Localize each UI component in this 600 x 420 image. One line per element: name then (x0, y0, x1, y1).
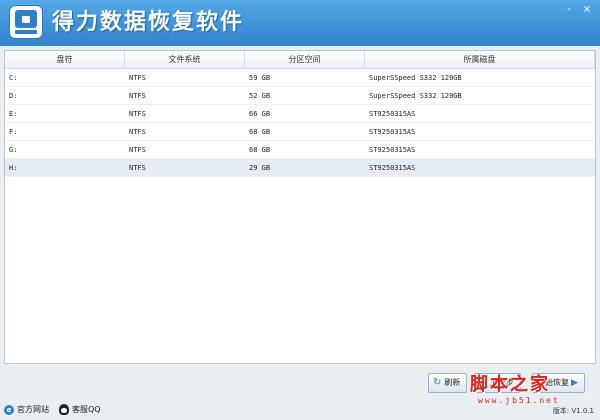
qq-icon (59, 404, 69, 415)
partition-list[interactable]: 盘符 文件系统 分区空间 所属磁盘 C: NTFS 59 GB SuperSSpeed… (4, 50, 596, 364)
list-body: C: NTFS 59 GB SuperSSpeed S332 120GB D: NTFS 5… (5, 69, 595, 177)
cell-filesystem: NTFS (129, 146, 146, 154)
watermark-logo: 脚本之家 (470, 374, 550, 395)
cell-filesystem: NTFS (129, 74, 146, 82)
cell-drive: D: (9, 92, 18, 100)
cell-disk: ST9250315AS (369, 110, 416, 118)
table-row[interactable]: C: NTFS 59 GB SuperSSpeed S332 120GB (5, 69, 595, 87)
cell-size: 29 GB (249, 164, 271, 172)
minimize-button[interactable]: - (562, 4, 576, 16)
support-qq-link[interactable]: 客服QQ (59, 404, 101, 415)
cell-size: 52 GB (249, 92, 271, 100)
refresh-button[interactable]: ↻ 刷新 (428, 373, 468, 393)
app-logo-icon (10, 6, 42, 38)
cell-disk: SuperSSpeed S332 120GB (369, 74, 462, 82)
list-header: 盘符 文件系统 分区空间 所属磁盘 (5, 51, 595, 69)
cell-filesystem: NTFS (129, 164, 146, 172)
column-header-drive[interactable]: 盘符 (5, 51, 125, 68)
close-button[interactable]: × (580, 4, 594, 16)
cell-filesystem: NTFS (129, 92, 146, 100)
table-row[interactable]: G: NTFS 68 GB ST9250315AS (5, 141, 595, 159)
cell-disk: ST9250315AS (369, 146, 416, 154)
title-bar: 得力数据恢复软件 - × (0, 0, 600, 46)
cell-drive: H: (9, 164, 18, 172)
cell-disk: SuperSSpeed S332 120GB (369, 92, 462, 100)
refresh-label: 刷新 (444, 378, 461, 387)
version-label: 版本: V1.0.1 (552, 407, 594, 415)
refresh-icon: ↻ (433, 377, 442, 388)
cell-disk: ST9250315AS (369, 164, 416, 172)
cell-drive: F: (9, 128, 18, 136)
cell-disk: ST9250315AS (369, 128, 416, 136)
column-header-disk[interactable]: 所属磁盘 (365, 51, 595, 68)
cell-size: 68 GB (249, 128, 271, 136)
cell-size: 66 GB (249, 110, 271, 118)
forward-arrow-icon: ▶ (571, 378, 578, 388)
watermark-url: www.jb51.net (478, 396, 560, 405)
cell-size: 68 GB (249, 146, 271, 154)
cell-filesystem: NTFS (129, 110, 146, 118)
table-row[interactable]: E: NTFS 66 GB ST9250315AS (5, 105, 595, 123)
cell-drive: E: (9, 110, 18, 118)
column-header-filesystem[interactable]: 文件系统 (125, 51, 245, 68)
app-title: 得力数据恢复软件 (52, 10, 245, 35)
table-row[interactable]: F: NTFS 68 GB ST9250315AS (5, 123, 595, 141)
cell-filesystem: NTFS (129, 128, 146, 136)
window-controls: - × (562, 4, 594, 16)
cell-drive: C: (9, 74, 18, 82)
support-qq-label: 客服QQ (72, 405, 101, 414)
column-header-size[interactable]: 分区空间 (245, 51, 365, 68)
table-row[interactable]: D: NTFS 52 GB SuperSSpeed S332 120GB (5, 87, 595, 105)
official-site-label: 官方网站 (17, 405, 49, 414)
cell-drive: G: (9, 146, 18, 154)
status-links: e 官方网站 客服QQ (4, 404, 101, 415)
official-site-link[interactable]: e 官方网站 (4, 404, 49, 415)
footer-bar: ↻ 刷新 ◀ 上一步 开始恢复 ▶ 脚本之家 www.jb51.net e 官方网站 … (0, 366, 600, 420)
cell-size: 59 GB (249, 74, 271, 82)
table-row[interactable]: H: NTFS 29 GB ST9250315AS (5, 159, 595, 177)
browser-icon: e (4, 404, 14, 415)
